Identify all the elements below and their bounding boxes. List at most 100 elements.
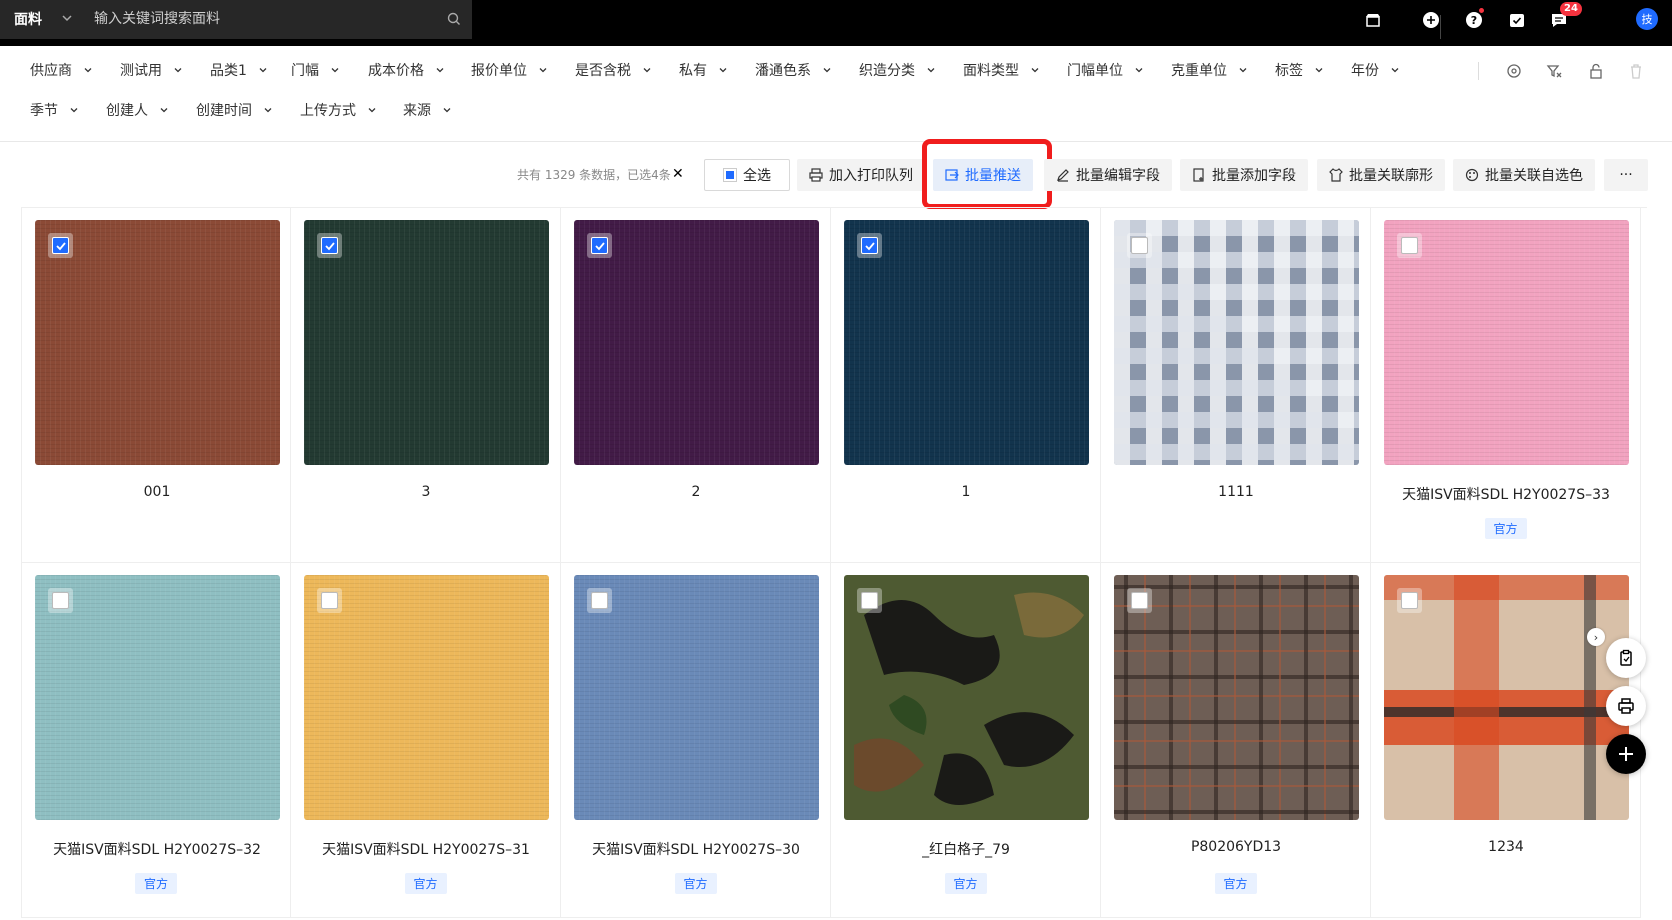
fabric-swatch[interactable] xyxy=(1114,575,1359,820)
filter-dropdown[interactable]: 门幅单位 xyxy=(1067,60,1145,80)
official-tag: 官方 xyxy=(944,873,987,894)
filter-label: 私有 xyxy=(679,63,707,79)
chevron-down-icon xyxy=(259,68,267,73)
select-checkbox[interactable] xyxy=(317,588,342,613)
fabric-card[interactable]: 1111 xyxy=(1101,208,1371,563)
fabric-card[interactable]: 1 xyxy=(831,208,1101,563)
message-icon[interactable]: 24 xyxy=(1548,2,1582,31)
add-print-queue-button[interactable]: 加入打印队列 xyxy=(797,159,925,191)
select-checkbox[interactable] xyxy=(317,233,342,258)
filter-dropdown[interactable]: 来源 xyxy=(403,100,453,120)
select-checkbox[interactable] xyxy=(1127,588,1152,613)
chevron-down-icon xyxy=(368,108,376,113)
batch-add-fields-button[interactable]: 批量添加字段 xyxy=(1180,159,1308,191)
chevron-down-icon xyxy=(1031,68,1039,73)
more-button[interactable]: ··· xyxy=(1604,159,1648,191)
filter-dropdown[interactable]: 年份 xyxy=(1351,60,1401,80)
avatar[interactable]: 技 xyxy=(1636,8,1658,30)
filter-dropdown[interactable]: 成本价格 xyxy=(368,60,446,80)
filter-label: 供应商 xyxy=(30,63,72,79)
filter-dropdown[interactable]: 供应商 xyxy=(30,60,94,80)
print-button[interactable] xyxy=(1606,686,1646,726)
fabric-card[interactable]: 天猫ISV面料SDL H2Y0027S–31 官方 xyxy=(291,563,561,918)
filter-dropdown[interactable]: 是否含税 xyxy=(575,60,653,80)
clipboard-button[interactable] xyxy=(1606,638,1646,678)
select-all-button[interactable]: 全选 xyxy=(704,159,790,191)
store-icon[interactable] xyxy=(1362,9,1384,31)
fabric-swatch[interactable] xyxy=(844,220,1089,465)
filter-dropdown[interactable]: 私有 xyxy=(679,60,729,80)
checkbox-box xyxy=(1131,237,1148,254)
translate-icon[interactable] xyxy=(1420,9,1442,31)
chevron-down-icon xyxy=(84,68,92,73)
fabric-swatch[interactable] xyxy=(574,220,819,465)
checkmark-icon xyxy=(55,241,66,250)
fabric-card[interactable]: 天猫ISV面料SDL H2Y0027S–32 官方 xyxy=(21,563,291,918)
filter-dropdown[interactable]: 品类1 xyxy=(210,60,269,80)
top-icon-group: ? 24 xyxy=(0,2,1672,39)
fabric-card[interactable]: P80206YD13 官方 xyxy=(1101,563,1371,918)
delete-icon[interactable] xyxy=(1626,61,1646,81)
filter-dropdown[interactable]: 季节 xyxy=(30,100,80,120)
chevron-down-icon xyxy=(70,108,78,113)
select-checkbox[interactable] xyxy=(857,588,882,613)
filter-dropdown[interactable]: 门幅 xyxy=(291,60,341,80)
filter-dropdown[interactable]: 测试用 xyxy=(120,60,184,80)
fabric-swatch[interactable] xyxy=(1114,220,1359,465)
fabric-swatch[interactable] xyxy=(35,575,280,820)
view-settings-icon[interactable] xyxy=(1504,61,1524,81)
fabric-swatch[interactable] xyxy=(1384,220,1629,465)
filter-dropdown[interactable]: 标签 xyxy=(1275,60,1325,80)
clear-filter-icon[interactable] xyxy=(1544,61,1564,81)
fabric-swatch[interactable] xyxy=(844,575,1089,820)
edit-icon xyxy=(1056,168,1070,182)
official-tag: 官方 xyxy=(674,873,717,894)
fabric-card[interactable]: 天猫ISV面料SDL H2Y0027S–33 官方 xyxy=(1371,208,1641,563)
fabric-swatch[interactable] xyxy=(304,220,549,465)
fabric-swatch[interactable] xyxy=(1384,575,1629,820)
fabric-card[interactable]: 2 xyxy=(561,208,831,563)
filter-dropdown[interactable]: 报价单位 xyxy=(471,60,549,80)
select-checkbox[interactable] xyxy=(1397,233,1422,258)
select-checkbox[interactable] xyxy=(48,588,73,613)
add-button[interactable] xyxy=(1606,734,1646,774)
fabric-swatch[interactable] xyxy=(574,575,819,820)
filter-dropdown[interactable]: 创建人 xyxy=(106,100,170,120)
printer-icon xyxy=(1618,698,1634,714)
fabric-card[interactable]: 天猫ISV面料SDL H2Y0027S–30 官方 xyxy=(561,563,831,918)
select-checkbox[interactable] xyxy=(48,233,73,258)
batch-link-silhouette-button[interactable]: 批量关联廓形 xyxy=(1317,159,1445,191)
fabric-name: 天猫ISV面料SDL H2Y0027S–31 xyxy=(322,842,530,858)
filter-dropdown[interactable]: 潘通色系 xyxy=(755,60,833,80)
filter-dropdown[interactable]: 克重单位 xyxy=(1171,60,1249,80)
fabric-card[interactable]: 1234 xyxy=(1371,563,1641,918)
select-checkbox[interactable] xyxy=(857,233,882,258)
select-checkbox[interactable] xyxy=(1127,233,1152,258)
select-checkbox[interactable] xyxy=(1397,588,1422,613)
chevron-down-icon xyxy=(823,68,831,73)
filter-label: 创建人 xyxy=(106,103,148,119)
select-checkbox[interactable] xyxy=(587,233,612,258)
filter-label: 面料类型 xyxy=(963,63,1019,79)
fabric-card[interactable]: _红白格子_79 官方 xyxy=(831,563,1101,918)
filter-dropdown[interactable]: 织造分类 xyxy=(859,60,937,80)
task-icon[interactable] xyxy=(1506,9,1528,31)
clear-selection-icon[interactable]: ✕ xyxy=(672,166,684,182)
fabric-card[interactable]: 3 xyxy=(291,208,561,563)
filter-dropdown[interactable]: 面料类型 xyxy=(963,60,1041,80)
lock-icon[interactable] xyxy=(1586,61,1606,81)
filter-dropdown[interactable]: 创建时间 xyxy=(196,100,274,120)
batch-link-color-button[interactable]: 批量关联自选色 xyxy=(1453,159,1595,191)
official-tag: 官方 xyxy=(134,873,178,894)
filter-label: 门幅单位 xyxy=(1067,63,1123,79)
chevron-right-icon[interactable]: › xyxy=(1587,628,1605,646)
select-checkbox[interactable] xyxy=(587,588,612,613)
fabric-card[interactable]: 001 xyxy=(21,208,291,563)
fabric-swatch[interactable] xyxy=(35,220,280,465)
batch-edit-fields-button[interactable]: 批量编辑字段 xyxy=(1044,159,1172,191)
checkbox-box xyxy=(1401,592,1418,609)
chevron-down-icon xyxy=(264,108,272,113)
help-icon[interactable]: ? xyxy=(1463,7,1485,31)
filter-dropdown[interactable]: 上传方式 xyxy=(300,100,378,120)
fabric-swatch[interactable] xyxy=(304,575,549,820)
